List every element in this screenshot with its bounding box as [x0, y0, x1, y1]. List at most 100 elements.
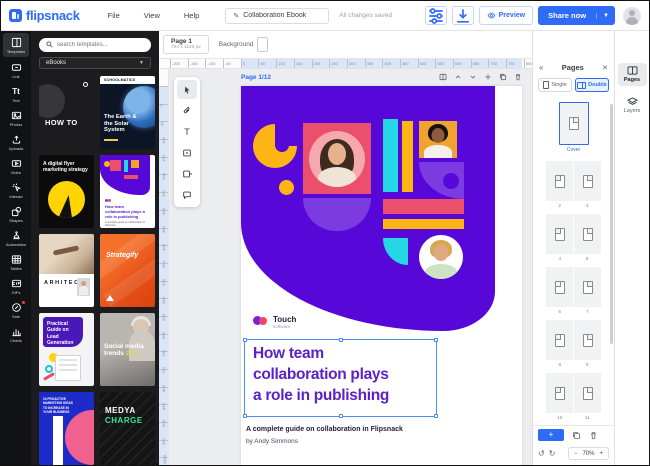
- rail-item-uploads[interactable]: Uploads: [1, 130, 31, 154]
- flipsnack-editor: flipsnack File View Help ✎ All changes s…: [0, 0, 650, 466]
- undo-button[interactable]: ↺: [538, 449, 545, 458]
- selection-handle[interactable]: [339, 414, 343, 418]
- background-color-swatch[interactable]: [257, 37, 268, 52]
- page-thumb-pair-8-9[interactable]: 89: [533, 320, 614, 367]
- add-page-button[interactable]: +: [538, 429, 564, 441]
- yellow-circle-shape[interactable]: [279, 180, 294, 195]
- man-photo-circle[interactable]: [419, 235, 463, 279]
- template-marketing-strategy-flyer[interactable]: A digital flyer marketing strategy: [39, 155, 94, 228]
- delete-page-icon[interactable]: [514, 73, 522, 81]
- pink-square-photo-frame[interactable]: [303, 123, 371, 194]
- close-panel-icon[interactable]: ✕: [602, 64, 608, 72]
- move-page-up-icon[interactable]: [454, 73, 462, 81]
- attach-tool[interactable]: [177, 101, 197, 120]
- template-strategify[interactable]: Strategify: [100, 234, 155, 307]
- image-tool[interactable]: [177, 143, 197, 162]
- rail-item-templates[interactable]: Templates: [3, 33, 29, 57]
- template-search-box[interactable]: [39, 38, 151, 52]
- yellow-horizontal-bar[interactable]: [383, 219, 464, 229]
- share-dropdown-caret[interactable]: ▼: [596, 13, 615, 19]
- rail-item-text[interactable]: Tt Text: [1, 82, 31, 106]
- rail-item-video[interactable]: Video: [1, 154, 31, 178]
- shapes-tool[interactable]: [177, 164, 197, 183]
- tab-page-1[interactable]: Page 1 794 x 1123 px: [163, 35, 209, 53]
- template-team-collaboration[interactable]: How team collaboration plays a role in p…: [100, 155, 155, 228]
- page-thumb-pair-4-5[interactable]: 45: [533, 214, 614, 261]
- template-category-value: eBooks: [46, 60, 66, 66]
- man-photo-orange[interactable]: [419, 121, 457, 158]
- delete-pages-icon[interactable]: [589, 431, 598, 440]
- page-layout-icon[interactable]: [439, 73, 447, 81]
- selection-handle[interactable]: [243, 414, 247, 418]
- byline-text[interactable]: by Andy Simmons: [246, 438, 298, 445]
- selection-handle[interactable]: [339, 338, 343, 342]
- page-thumb-pair-10-11[interactable]: 1011: [533, 373, 614, 420]
- menu-help[interactable]: Help: [184, 11, 199, 20]
- menu-file[interactable]: File: [108, 11, 120, 20]
- preview-button[interactable]: Preview: [479, 6, 533, 25]
- template-title: A digital flyer marketing strategy: [43, 161, 89, 173]
- duplicate-pages-icon[interactable]: [572, 431, 581, 440]
- menu-view[interactable]: View: [144, 11, 160, 20]
- select-tool[interactable]: [177, 80, 197, 99]
- template-social-media-trends[interactable]: Social mediatrends 2021: [100, 313, 155, 386]
- selection-handle[interactable]: [434, 414, 438, 418]
- canvas-stage[interactable]: T Page 1/12: [169, 69, 532, 465]
- zoom-in-button[interactable]: +: [599, 451, 603, 457]
- move-page-down-icon[interactable]: [469, 73, 477, 81]
- share-now-button[interactable]: Share now ▼: [538, 6, 615, 25]
- design-page[interactable]: Touch software How team collaboration pl…: [241, 86, 522, 465]
- rail-item-layers[interactable]: Layers: [618, 94, 647, 117]
- flipsnack-logo[interactable]: flipsnack: [9, 8, 80, 23]
- edit-pencil-icon: ✎: [233, 12, 239, 20]
- subtitle-text[interactable]: A complete guide on collaboration in Fli…: [246, 426, 403, 433]
- rail-item-pages[interactable]: Pages: [618, 63, 647, 86]
- document-title-box[interactable]: ✎: [225, 8, 329, 24]
- rail-item-charts[interactable]: Charts: [1, 322, 31, 346]
- rail-item-link[interactable]: Link: [1, 58, 31, 82]
- selection-handle[interactable]: [243, 338, 247, 342]
- page-thumb-pair-6-7[interactable]: 67: [533, 267, 614, 314]
- template-earth-solar-system[interactable]: SCHOOLMATICS The Earth & the Solar Syste…: [100, 76, 155, 149]
- duplicate-page-icon[interactable]: [499, 73, 507, 81]
- text-tool[interactable]: T: [177, 122, 197, 141]
- template-medya-charge[interactable]: MEDYA CHARGE: [100, 392, 155, 465]
- template-arhitect[interactable]: ARHITECT: [39, 234, 94, 307]
- rail-item-shapes[interactable]: Shapes: [1, 202, 31, 226]
- flipsnack-logo-icon: [9, 9, 22, 22]
- rail-item-automation[interactable]: Automation: [1, 226, 31, 250]
- user-avatar[interactable]: [623, 7, 641, 25]
- page-indicator[interactable]: Page 1/12: [241, 74, 271, 81]
- tab-background[interactable]: Background: [215, 35, 273, 54]
- rail-item-interact[interactable]: Interact: [1, 178, 31, 202]
- template-proactive-marketing-ideas[interactable]: 10 PROACTIVE MARKETING IDEAS TO INCREASE…: [39, 392, 94, 465]
- yellow-bar-shape[interactable]: [402, 121, 413, 192]
- add-page-icon[interactable]: [484, 73, 492, 81]
- heading-text-selected[interactable]: How team collaboration plays a role in p…: [244, 339, 437, 417]
- single-view-button[interactable]: Single: [538, 78, 572, 92]
- pink-horizontal-bar[interactable]: [383, 199, 464, 214]
- video-icon: [11, 158, 22, 169]
- template-category-dropdown[interactable]: eBooks ▼: [39, 57, 151, 69]
- right-rail: Pages Layers: [614, 31, 649, 465]
- rail-item-gifs[interactable]: GIFs: [1, 274, 31, 298]
- redo-button[interactable]: ↻: [549, 449, 556, 458]
- rail-item-tables[interactable]: Tables: [1, 250, 31, 274]
- page-thumb-cover[interactable]: Cover: [533, 102, 614, 153]
- template-lead-generation-guide[interactable]: Practical Guide on Lead Generation: [39, 313, 94, 386]
- customize-button[interactable]: [425, 6, 447, 25]
- document-title-input[interactable]: [243, 12, 321, 19]
- cyan-bar-shape[interactable]: [383, 119, 398, 192]
- download-button[interactable]: [452, 6, 474, 25]
- comment-tool[interactable]: [177, 185, 197, 204]
- selection-handle[interactable]: [434, 338, 438, 342]
- page-thumb-pair-2-3[interactable]: 23: [533, 161, 614, 208]
- rail-item-sale[interactable]: Sale: [1, 298, 31, 322]
- pages-scrollbar[interactable]: [610, 104, 613, 344]
- template-search-input[interactable]: [57, 42, 144, 48]
- double-view-button[interactable]: Double: [575, 78, 609, 92]
- zoom-out-button[interactable]: −: [574, 451, 578, 457]
- rail-item-photos[interactable]: Photos: [1, 106, 31, 130]
- template-howto[interactable]: HOW TO: [39, 76, 94, 149]
- yellow-pacman-shape[interactable]: [253, 124, 297, 168]
